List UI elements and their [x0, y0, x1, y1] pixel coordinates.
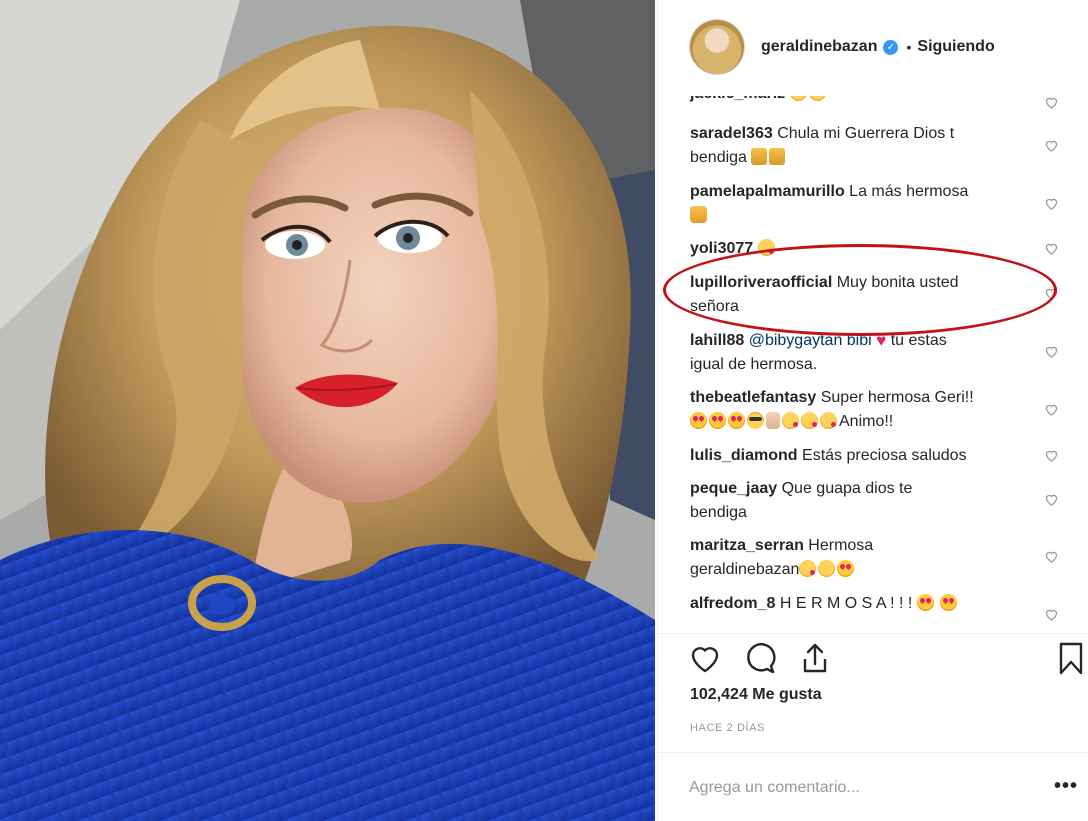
comment-text: Chula mi Guerrera Dios t — [777, 125, 955, 142]
heart-eyes-emoji-icon — [837, 560, 855, 577]
comment-username[interactable]: peque_jaay — [690, 480, 777, 497]
comment-like-heart-icon[interactable] — [1044, 402, 1059, 417]
comment-item: saradel363 Chula mi Guerrera Dios t bend… — [690, 122, 1050, 170]
header-username[interactable]: geraldinebazan — [761, 38, 877, 56]
comment-item: maritza_serran Hermosa geraldinebazan — [690, 534, 1050, 582]
comment-username[interactable]: lulis_diamond — [690, 447, 798, 464]
comment-text: Hermosa — [808, 537, 874, 554]
heart-eyes-emoji-icon — [728, 412, 745, 429]
post-actions: 102,424 Me gusta HACE 2 DÍAS ••• — [658, 633, 1088, 821]
comment-text: H E R M O S A ! ! ! — [779, 595, 913, 612]
more-options-icon[interactable]: ••• — [1054, 775, 1078, 798]
add-comment-bar: ••• — [658, 752, 1088, 821]
comment-text: Super hermosa Geri!! — [820, 389, 974, 406]
heart-eyes-emoji-icon — [709, 412, 726, 429]
comment-item: alfredom_8 H E R M O S A ! ! ! — [690, 592, 1050, 616]
selfie-image — [0, 0, 655, 821]
comment-item: lulis_diamond Estás preciosa saludos — [690, 444, 1050, 468]
comment-text-line2: bendiga — [690, 504, 747, 521]
comment-item: thebeatlefantasy Super hermosa Geri!! An… — [690, 386, 1050, 434]
post-photo[interactable] — [0, 0, 655, 821]
comment-like-heart-icon[interactable] — [1044, 448, 1059, 463]
comment-username[interactable]: lahill88 — [690, 332, 744, 349]
comment-item: lahill88 @bibygaytan bibi ♥ tu estas igu… — [690, 329, 1050, 377]
kiss-emoji-icon — [801, 412, 818, 429]
comment-text: Estás preciosa saludos — [802, 447, 967, 464]
comment-like-heart-icon[interactable] — [1044, 196, 1059, 211]
comment-like-heart-icon[interactable] — [1044, 344, 1059, 359]
comment-like-heart-icon[interactable] — [1044, 607, 1059, 622]
comment-like-heart-icon[interactable] — [1044, 492, 1059, 507]
surprised-emoji-icon — [690, 206, 707, 223]
smile-emoji-icon — [818, 560, 836, 577]
header-separator: • — [906, 39, 912, 55]
heart-eyes-emoji-icon — [916, 594, 934, 611]
likes-count[interactable]: 102,424 Me gusta — [690, 686, 822, 704]
following-button[interactable]: Siguiendo — [917, 38, 994, 56]
comment-text-line2[interactable]: geraldinebazan — [690, 561, 799, 578]
comment-text-line2: igual de hermosa. — [690, 356, 818, 373]
heart-eyes-emoji-icon — [940, 594, 958, 611]
comment-item: pamelapalmamurillo La más hermosa — [690, 180, 1050, 228]
heart-eyes-emoji-icon — [690, 412, 707, 429]
comment-like-heart-icon[interactable] — [1044, 138, 1059, 153]
comment-username[interactable]: thebeatlefantasy — [690, 389, 816, 406]
verified-badge-icon: ✓ — [883, 39, 899, 55]
bookmark-icon[interactable] — [1053, 640, 1088, 676]
sunglasses-emoji-icon — [747, 412, 764, 429]
comments-list[interactable]: jackie_mariz saradel363 Chula mi Guerrer… — [658, 96, 1088, 630]
avatar[interactable] — [689, 19, 745, 75]
comment-item: peque_jaay Que guapa dios te bendiga — [690, 477, 1050, 525]
pray-emoji-icon — [769, 148, 786, 165]
post-header: geraldinebazan ✓ • Siguiendo — [658, 0, 1088, 94]
comment-like-heart-icon[interactable] — [1044, 241, 1059, 256]
smile-emoji-icon — [808, 96, 826, 101]
share-upload-icon[interactable] — [797, 640, 833, 676]
comment-text-line2: Animo!! — [839, 413, 894, 430]
comment-text: Que guapa dios te — [781, 480, 913, 497]
comment-text-line2: bendiga — [690, 149, 747, 166]
kiss-emoji-icon — [782, 412, 799, 429]
post-sidebar: geraldinebazan ✓ • Siguiendo jackie_mari… — [657, 0, 1088, 821]
comment-username[interactable]: maritza_serran — [690, 537, 804, 554]
comment-username[interactable]: jackie_mariz — [690, 96, 785, 102]
comment-text: La más hermosa — [849, 183, 969, 200]
heart-outline-icon[interactable] — [687, 640, 723, 676]
add-comment-input[interactable] — [689, 775, 989, 801]
comment-username[interactable]: alfredom_8 — [690, 595, 775, 612]
peace-hand-emoji-icon — [766, 412, 780, 429]
pray-emoji-icon — [751, 148, 768, 165]
kiss-emoji-icon — [820, 412, 837, 429]
comment-bubble-icon[interactable] — [742, 640, 778, 676]
comment-like-heart-icon[interactable] — [1044, 96, 1059, 110]
kiss-emoji-icon — [799, 560, 817, 577]
comment-username[interactable]: saradel363 — [690, 125, 773, 142]
smile-emoji-icon — [789, 96, 807, 101]
comment-like-heart-icon[interactable] — [1044, 549, 1059, 564]
highlight-circle — [663, 244, 1057, 336]
comment-item: jackie_mariz — [690, 96, 1050, 106]
comment-username[interactable]: pamelapalmamurillo — [690, 183, 845, 200]
post-timestamp: HACE 2 DÍAS — [690, 722, 766, 734]
